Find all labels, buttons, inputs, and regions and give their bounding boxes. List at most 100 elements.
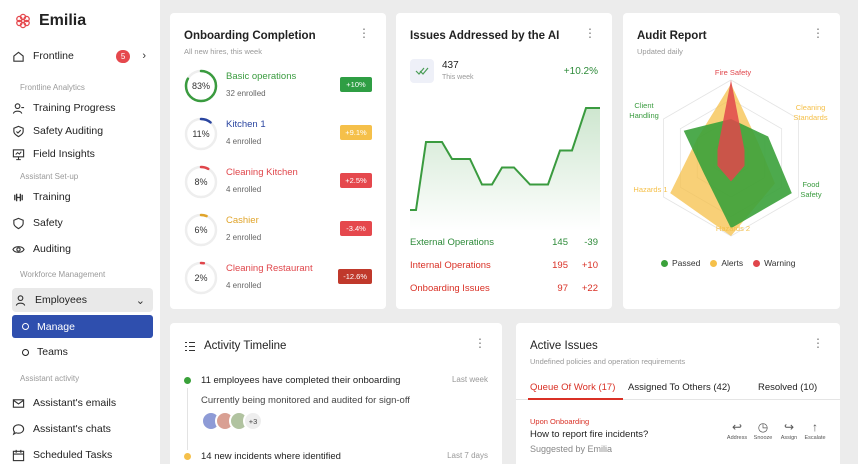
address-button[interactable]: ↩ Address xyxy=(724,420,750,441)
section-label: Workforce Management xyxy=(20,270,106,279)
more-options-icon[interactable]: ⋮ xyxy=(358,27,370,39)
more-options-icon[interactable]: ⋮ xyxy=(584,27,596,39)
avatar-more-count: +3 xyxy=(243,411,263,431)
sidebar-item-training[interactable]: Training xyxy=(12,185,152,209)
escalate-button[interactable]: ↑ Escalate xyxy=(802,420,828,441)
sidebar-item-employees[interactable]: Employees ⌄ xyxy=(12,288,153,312)
issues-card: Issues Addressed by the AI ⋮ 437 This we… xyxy=(396,13,612,309)
timeline-time: Last 7 days xyxy=(447,451,488,460)
clock-icon: ◷ xyxy=(757,420,769,434)
bullet-icon xyxy=(22,323,29,330)
chat-icon xyxy=(12,423,25,435)
course-enrolled: 32 enrolled xyxy=(226,89,266,98)
sidebar-item-label: Training xyxy=(33,191,71,203)
card-subtitle: Undefined policies and operation require… xyxy=(530,357,686,366)
user-progress-icon xyxy=(12,102,25,114)
issue-label: External Operations xyxy=(410,237,494,248)
issue-category-row[interactable]: Onboarding Issues 97 +22 xyxy=(410,283,598,299)
assign-button[interactable]: ↪ Assign xyxy=(776,420,802,441)
course-name: Cleaning Kitchen xyxy=(226,167,298,178)
course-enrolled: 2 enrolled xyxy=(226,233,262,242)
action-label: Snooze xyxy=(753,435,773,441)
sidebar-subitem-manage[interactable]: Manage xyxy=(12,315,153,338)
issue-category-row[interactable]: Internal Operations 195 +10 xyxy=(410,260,598,276)
presentation-icon xyxy=(12,148,25,160)
more-options-icon[interactable]: ⋮ xyxy=(474,337,486,349)
radar-axis-label: Hazards 2 xyxy=(715,224,751,233)
course-row[interactable]: 11% Kitchen 1 4 enrolled +9.1% xyxy=(184,117,372,157)
list-icon xyxy=(185,341,195,352)
more-options-icon[interactable]: ⋮ xyxy=(812,27,824,39)
brand-name: Emilia xyxy=(39,12,87,29)
activity-card: Activity Timeline ⋮ 11 employees have co… xyxy=(170,323,502,464)
sidebar-item-assistant-emails[interactable]: Assistant's emails xyxy=(12,391,152,415)
sidebar-subitem-teams[interactable]: Teams xyxy=(12,340,152,364)
sidebar-item-assistant-chats[interactable]: Assistant's chats xyxy=(12,417,152,441)
section-label: Assistant Set-up xyxy=(20,172,79,181)
sidebar-item-label: Assistant's emails xyxy=(33,397,117,409)
sidebar-item-auditing[interactable]: Auditing xyxy=(12,237,152,261)
course-name: Cashier xyxy=(226,215,259,226)
issue-category-row[interactable]: External Operations 145 -39 xyxy=(410,237,598,253)
tab-resolved[interactable]: Resolved (10) xyxy=(758,382,817,393)
sidebar-item-field-insights[interactable]: Field Insights xyxy=(12,142,152,166)
radar-axis-label: Hazards 1 xyxy=(633,185,668,194)
course-enrolled: 4 enrolled xyxy=(226,281,262,290)
issues-period: This week xyxy=(442,74,474,81)
bullet-icon xyxy=(22,348,29,356)
progress-percent: 6% xyxy=(194,225,208,235)
issue-label: Internal Operations xyxy=(410,260,491,271)
radar-axis-label: Food Safety xyxy=(800,180,822,199)
course-enrolled: 4 enrolled xyxy=(226,137,262,146)
sidebar-item-training-progress[interactable]: Training Progress xyxy=(12,96,152,120)
issue-category: Upon Onboarding xyxy=(530,417,590,426)
card-subtitle: All new hires, this week xyxy=(184,47,262,56)
issue-delta: -39 xyxy=(584,237,598,248)
sidebar-item-scheduled-tasks[interactable]: Scheduled Tasks xyxy=(12,443,152,464)
audit-radar-chart xyxy=(663,79,799,237)
sidebar-item-label: Frontline xyxy=(33,50,74,62)
course-row[interactable]: 83% Basic operations 32 enrolled +10% xyxy=(184,69,372,109)
change-badge: -12.6% xyxy=(338,269,372,284)
radar-axis-label: Fire Safety xyxy=(714,68,752,77)
action-label: Escalate xyxy=(804,435,826,441)
radar-axis-label: Cleaning Standards xyxy=(793,103,828,122)
checkmarks-icon xyxy=(410,59,434,83)
avatar-group[interactable]: +3 xyxy=(201,411,263,431)
sidebar-item-label: Safety xyxy=(33,217,63,229)
action-label: Assign xyxy=(780,435,798,441)
forward-icon: ↪ xyxy=(783,420,795,434)
progress-percent: 11% xyxy=(192,129,210,139)
snooze-button[interactable]: ◷ Snooze xyxy=(750,420,776,441)
course-row[interactable]: 8% Cleaning Kitchen 4 enrolled +2.5% xyxy=(184,165,372,205)
course-name: Cleaning Restaurant xyxy=(226,263,313,274)
timeline-line xyxy=(187,388,188,450)
course-row[interactable]: 6% Cashier 2 enrolled -3.4% xyxy=(184,213,372,253)
action-label: Address xyxy=(726,435,748,441)
legend-label: Warning xyxy=(764,258,796,268)
sidebar-item-safety-auditing[interactable]: Safety Auditing xyxy=(12,119,152,143)
sidebar-item-label: Field Insights xyxy=(33,148,95,160)
course-enrolled: 4 enrolled xyxy=(226,185,262,194)
course-row[interactable]: 2% Cleaning Restaurant 4 enrolled -12.6% xyxy=(184,261,372,301)
sidebar-item-frontline[interactable]: Frontline 5 › xyxy=(12,44,152,68)
more-options-icon[interactable]: ⋮ xyxy=(812,337,824,349)
legend-dot-icon xyxy=(661,260,668,267)
progress-percent: 8% xyxy=(194,177,208,187)
flower-logo-icon xyxy=(16,13,30,29)
issue-suggested-by: Suggested by Emilia xyxy=(530,444,613,454)
home-icon xyxy=(13,51,24,62)
issue-question[interactable]: How to report fire incidents? xyxy=(530,429,648,440)
sidebar-item-safety[interactable]: Safety xyxy=(12,211,152,235)
sidebar-item-label: Manage xyxy=(37,320,75,333)
timeline-text: 11 employees have completed their onboar… xyxy=(201,375,401,386)
chevron-down-icon: ⌄ xyxy=(135,294,145,307)
sidebar-item-label: Assistant's chats xyxy=(33,423,111,435)
sidebar: Emilia Frontline 5 › Frontline Analytics… xyxy=(0,0,160,464)
mail-icon xyxy=(12,398,25,408)
area-fill xyxy=(410,108,600,231)
issue-tabs: Queue Of Work (17) Assigned To Others (4… xyxy=(516,378,840,400)
tab-queue-of-work[interactable]: Queue Of Work (17) xyxy=(530,382,615,393)
tab-assigned-to-others[interactable]: Assigned To Others (42) xyxy=(628,382,730,393)
brand[interactable]: Emilia xyxy=(15,12,86,30)
